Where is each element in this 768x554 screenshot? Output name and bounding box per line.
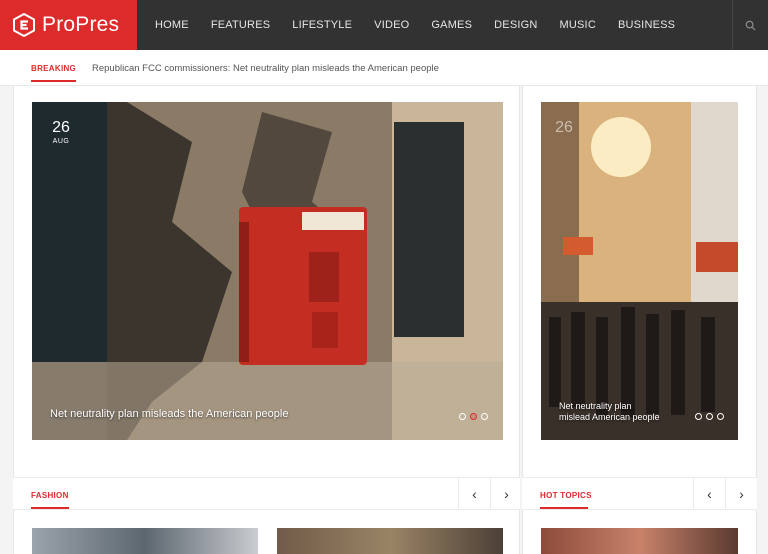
nav-item-features[interactable]: FEATURES xyxy=(211,19,270,31)
hot-topics-thumb-1[interactable] xyxy=(541,528,738,554)
slide-title-side-line2[interactable]: mislead American people xyxy=(559,412,660,422)
nav-item-home[interactable]: HOME xyxy=(155,19,189,31)
date-month: AUG xyxy=(52,138,70,145)
slide-pagination-side xyxy=(695,413,724,420)
slide-title[interactable]: Net neutrality plan misleads the America… xyxy=(50,408,288,420)
chevron-right-icon: › xyxy=(739,485,744,502)
slide-dot-1[interactable] xyxy=(459,413,466,420)
nav-item-lifestyle[interactable]: LIFESTYLE xyxy=(292,19,352,31)
date-badge-side: 26 xyxy=(551,120,577,136)
fashion-thumb-1[interactable] xyxy=(32,528,258,554)
site-header: ProPres HOME FEATURES LIFESTYLE VIDEO GA… xyxy=(0,0,768,50)
featured-slide-main[interactable]: 26 AUG Net neutrality plan misleads the … xyxy=(32,102,503,440)
slide-dot-3[interactable] xyxy=(481,413,488,420)
breaking-underline xyxy=(31,80,76,82)
fashion-thumb-2[interactable] xyxy=(277,528,503,554)
search-icon xyxy=(745,20,756,31)
section-header-hot-topics: HOT TOPICS ‹ › xyxy=(522,477,757,510)
date-badge: 26 AUG xyxy=(48,119,74,146)
nav-item-design[interactable]: DESIGN xyxy=(494,19,537,31)
section-title-hot-topics[interactable]: HOT TOPICS xyxy=(540,491,592,500)
fashion-next-button[interactable]: › xyxy=(490,478,522,509)
nav-item-music[interactable]: MUSIC xyxy=(560,19,596,31)
slide-title-side-line1[interactable]: Net neutrality plan xyxy=(559,401,632,411)
breaking-news-bar: BREAKING Republican FCC commissioners: N… xyxy=(0,50,768,86)
nav-item-business[interactable]: BUSINESS xyxy=(618,19,675,31)
slide-dot-side-3[interactable] xyxy=(717,413,724,420)
hot-topics-prev-button[interactable]: ‹ xyxy=(693,478,725,509)
slide-dot-side-1[interactable] xyxy=(695,413,702,420)
main-nav: HOME FEATURES LIFESTYLE VIDEO GAMES DESI… xyxy=(144,0,686,50)
slide-dot-side-2[interactable] xyxy=(706,413,713,420)
fashion-prev-button[interactable]: ‹ xyxy=(458,478,490,509)
breaking-label: BREAKING xyxy=(31,64,77,73)
slide-image-street xyxy=(541,102,738,440)
chevron-left-icon: ‹ xyxy=(472,485,477,502)
section-title-fashion[interactable]: FASHION xyxy=(31,491,69,500)
featured-slide-side[interactable]: 26 Net neutrality plan mislead American … xyxy=(541,102,738,440)
slide-dot-2[interactable] xyxy=(470,413,477,420)
logo-icon xyxy=(13,13,35,37)
site-name: ProPres xyxy=(42,13,120,36)
date-day-side: 26 xyxy=(555,119,573,136)
search-button[interactable] xyxy=(732,0,768,50)
section-header-fashion: FASHION ‹ › xyxy=(13,477,520,510)
section-underline-fashion xyxy=(31,507,69,509)
site-logo[interactable]: ProPres xyxy=(0,0,137,50)
section-underline-hot-topics xyxy=(540,507,588,509)
hot-topics-next-button[interactable]: › xyxy=(725,478,757,509)
chevron-right-icon: › xyxy=(504,485,509,502)
nav-item-video[interactable]: VIDEO xyxy=(374,19,409,31)
breaking-headline-link[interactable]: Republican FCC commissioners: Net neutra… xyxy=(92,63,439,74)
nav-item-games[interactable]: GAMES xyxy=(431,19,472,31)
slide-pagination xyxy=(459,413,488,420)
date-day: 26 xyxy=(52,119,70,136)
slide-image-mailbox xyxy=(32,102,503,440)
chevron-left-icon: ‹ xyxy=(707,485,712,502)
